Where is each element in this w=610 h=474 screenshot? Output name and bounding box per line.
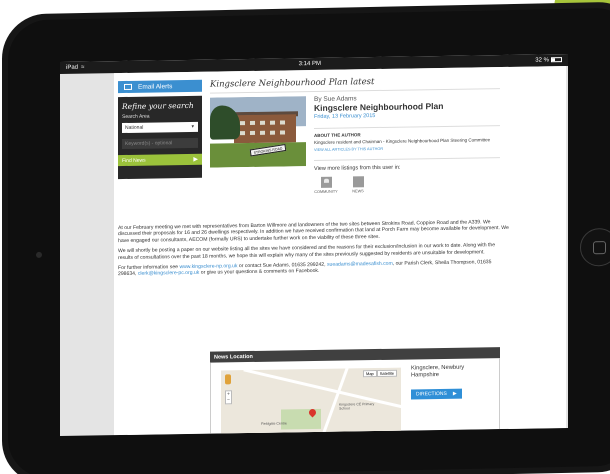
paragraph-3: For further information see www.kingscle…: [118, 259, 492, 278]
about-author: ABOUT THE AUTHOR Kingsclere resident and…: [314, 125, 500, 152]
keywords-input[interactable]: Keyword(s) - optional: [122, 137, 198, 150]
refine-title: Refine your search: [122, 100, 194, 112]
location-map[interactable]: + − Map Satellite Fieldgate Centre Kingsc…: [221, 367, 401, 436]
play-arrow-icon: ▶: [452, 390, 457, 397]
directions-button[interactable]: DIRECTIONS ▶: [411, 388, 462, 400]
web-page: Email Alerts Refine your search Search A…: [114, 66, 566, 436]
map-label: Kingsclere CE Primary School: [339, 402, 375, 411]
article-main: Kingsclere Neighbourhood Plan latest STR…: [210, 75, 500, 194]
refine-search-panel: Refine your search Search Area National …: [118, 95, 202, 180]
envelope-icon: [124, 83, 132, 90]
satellite-tab[interactable]: Satellite: [376, 369, 397, 378]
community-icon: [320, 176, 332, 188]
more-listings-text: View more listings from this user in:: [314, 164, 401, 172]
email-link[interactable]: sueadams@madesafish.com: [327, 261, 393, 268]
community-link[interactable]: COMMUNITY: [314, 176, 338, 193]
battery-indicator: 32 %: [535, 57, 562, 64]
paragraph-1: At our February meeting we met with repr…: [118, 219, 509, 244]
paragraph-2: We will shortly be posting a paper on ou…: [118, 242, 496, 261]
search-area-label: Search Area: [122, 113, 150, 121]
byline: By Sue Adams Kingsclere Neighbourhood Pl…: [314, 93, 500, 194]
photo-stage: fre iPad ≈ 3:14 PM 32 % Email Alerts Ref…: [0, 0, 610, 474]
article-body: At our February meeting we met with repr…: [118, 219, 510, 282]
article-title: Kingsclere Neighbourhood Plan latest: [210, 75, 500, 94]
email-alerts-label: Email Alerts: [138, 82, 173, 91]
news-link[interactable]: NEWS: [346, 175, 370, 193]
device-name: iPad: [66, 64, 79, 71]
map-zoom-control[interactable]: + −: [225, 390, 232, 405]
find-news-button[interactable]: Find News ▶: [118, 153, 202, 167]
news-location-section: News Location + − Map Satellite Fieldgate…: [210, 347, 500, 436]
view-all-articles-link[interactable]: VIEW ALL ARTICLES BY THIS AUTHOR: [314, 145, 500, 151]
play-arrow-icon: ▶: [193, 156, 198, 163]
article-photo[interactable]: STROKINS ROAD: [210, 96, 306, 168]
news-icon: [352, 175, 364, 187]
home-button[interactable]: [580, 227, 610, 267]
battery-icon: [550, 57, 562, 63]
email-alerts-button[interactable]: Email Alerts: [118, 79, 202, 94]
map-label: Fieldgate Centre: [261, 421, 287, 426]
status-time: 3:14 PM: [298, 60, 321, 68]
map-type-toggle[interactable]: Map Satellite: [362, 369, 397, 378]
tablet-screen: iPad ≈ 3:14 PM 32 % Email Alerts Refine …: [60, 54, 568, 436]
wifi-icon: ≈: [81, 64, 85, 71]
map-tab[interactable]: Map: [362, 370, 377, 378]
caret-down-icon: ▾: [191, 123, 194, 130]
community-label: COMMUNITY: [314, 189, 338, 194]
location-name: Kingsclere, Newbury Hampshire: [411, 364, 465, 379]
clerk-email-link[interactable]: clerk@kingsclere-pc.org.uk: [138, 270, 200, 277]
more-listings: View more listings from this user in: CO…: [314, 156, 500, 194]
news-label: NEWS: [352, 188, 364, 193]
search-area-select[interactable]: National ▾: [122, 121, 198, 134]
sidebar: Email Alerts Refine your search Search A…: [118, 79, 202, 180]
home-square-icon: [593, 241, 606, 255]
street-view-pegman-icon[interactable]: [225, 374, 231, 385]
